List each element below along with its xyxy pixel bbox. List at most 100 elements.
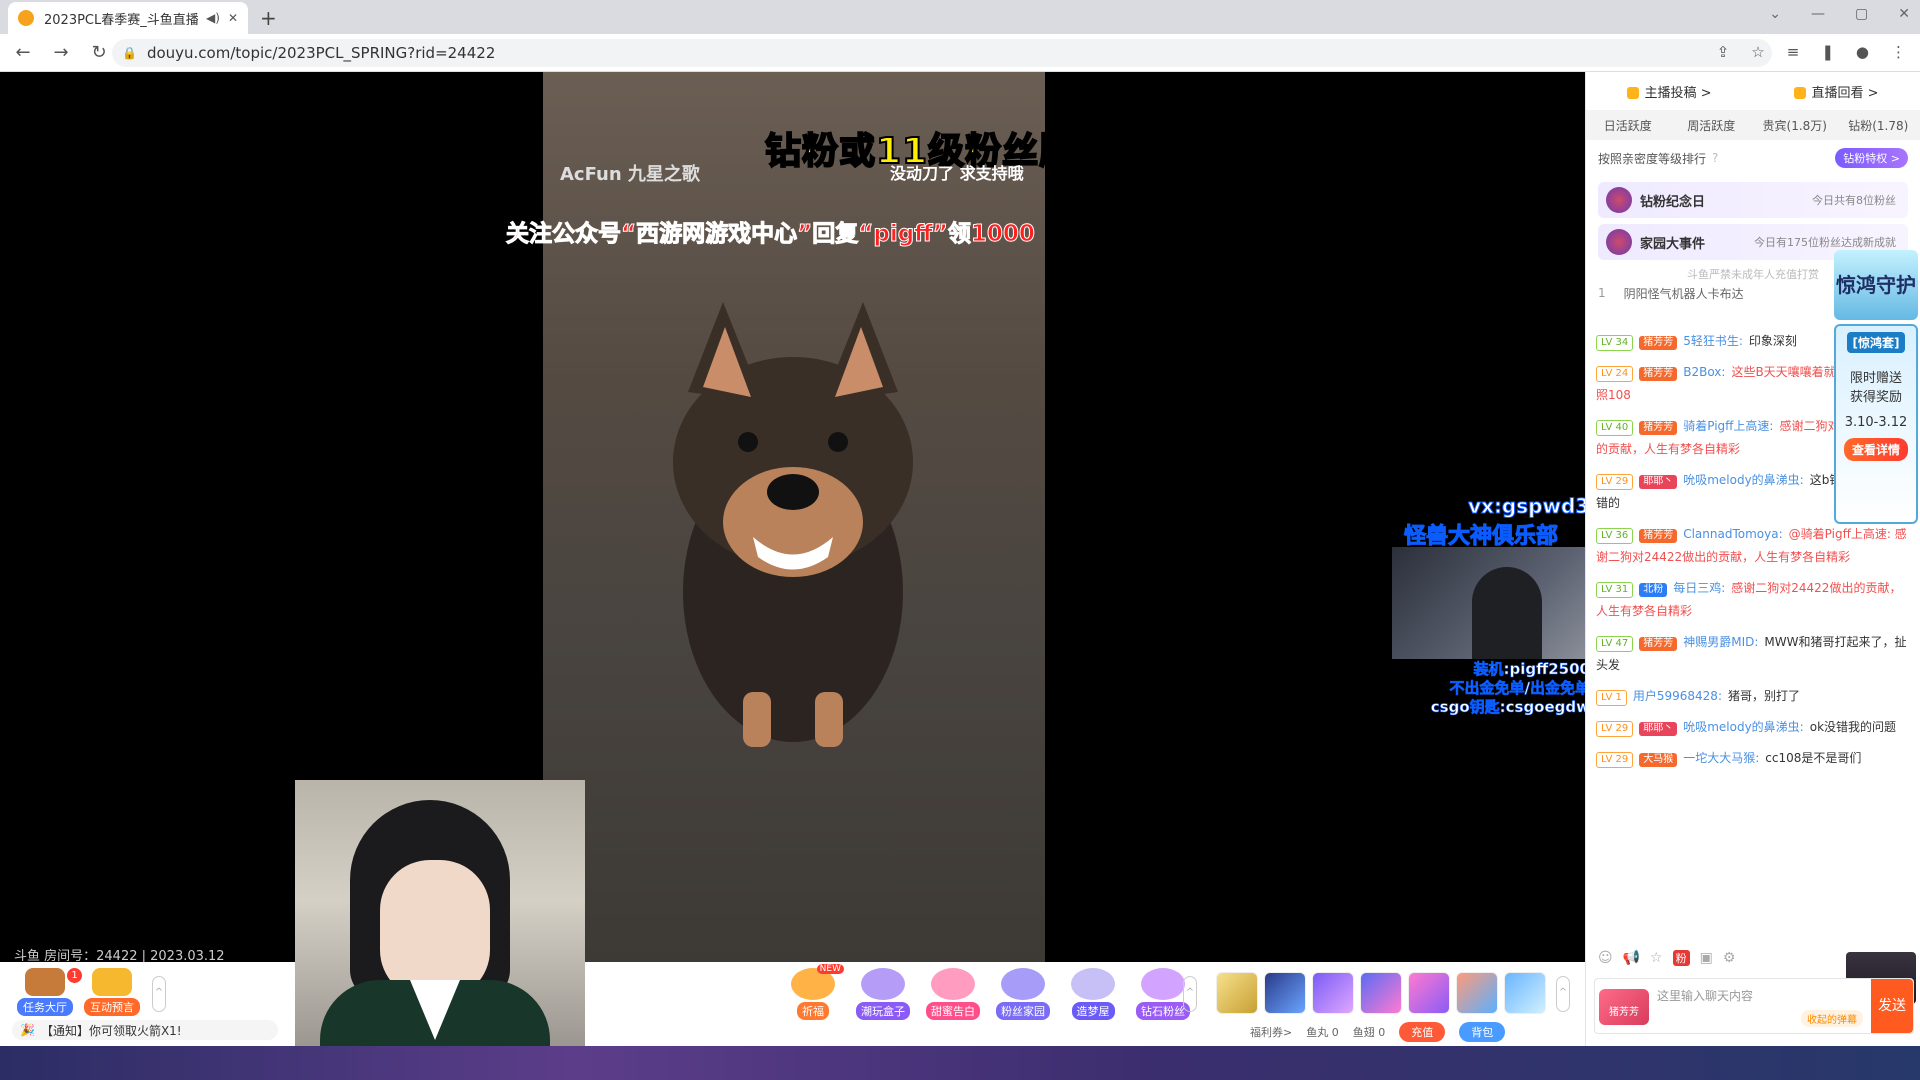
profile-icon[interactable]: ● (1856, 43, 1869, 61)
anchor-upload-label: 主播投稿 > (1644, 85, 1712, 101)
gift-flower-icon[interactable] (1504, 972, 1546, 1014)
expand-arrow-icon[interactable]: ^ (152, 976, 166, 1012)
gift-rocket-icon[interactable] (1216, 972, 1258, 1014)
chat-nickname[interactable]: 吮吸melody的鼻涕虫: (1683, 720, 1804, 734)
tab-weekly[interactable]: 周活跃度 (1670, 117, 1754, 134)
club-name: 怪兽大神俱乐部 (1403, 524, 1559, 550)
task-badge: 1 (67, 968, 82, 983)
chat-message: LV 29 大马猴 一坨大大马猴: cc108是不是哥们 (1596, 747, 1913, 770)
activity-sweet-confess[interactable]: 甜蜜告白 (922, 968, 984, 1020)
close-icon[interactable]: ✕ (228, 11, 238, 25)
chat-input-placeholder[interactable]: 这里输入聊天内容 (1657, 987, 1753, 1004)
window-close-icon[interactable]: ✕ (1898, 6, 1910, 22)
fishball-balance: 鱼丸 0 (1306, 1026, 1339, 1039)
activity-pray[interactable]: 祈福 NEW (782, 964, 844, 1020)
caption-line: csgo钥匙:csgoegdw (1430, 698, 1590, 717)
emoji-icon[interactable]: ☺ (1598, 950, 1613, 966)
wechat-id: vx:gspwd3 (1467, 494, 1590, 519)
settings-icon[interactable]: ⚙ (1723, 950, 1736, 966)
tab-diamond[interactable]: 钻粉(1.78) (1837, 117, 1920, 134)
promo-title: 惊鸿守护 (1834, 250, 1918, 320)
chat-text: 猪哥，别打了 (1727, 689, 1800, 703)
fan-tool-icon[interactable]: 粉 (1672, 950, 1690, 966)
interact-predict-button[interactable]: 互动预言 (82, 968, 142, 1016)
activity-toy-box[interactable]: 潮玩盒子 (852, 968, 914, 1020)
chat-fan-badge[interactable]: 猪芳芳 (1599, 989, 1649, 1025)
chat-nickname[interactable]: 骑着Pigff上高速: (1683, 419, 1773, 433)
maximize-icon[interactable]: ▢ (1855, 6, 1868, 22)
browser-tab[interactable]: 2023PCL春季赛_斗鱼直播 ◀) ✕ (8, 2, 248, 34)
chat-nickname[interactable]: 神赐男爵MID: (1683, 635, 1758, 649)
deer-icon (25, 968, 65, 996)
rank-tabs: 日活跃度 周活跃度 贵宾(1.8万) 钻粉(1.78) (1586, 110, 1920, 140)
chat-nickname[interactable]: 用户59968428: (1633, 689, 1722, 703)
extensions-icon[interactable]: ❚ (1821, 43, 1834, 61)
replay-label: 直播回看 > (1811, 85, 1879, 101)
fan-badge: 耶耶丶 (1639, 722, 1678, 736)
chat-nickname[interactable]: B2Box: (1683, 365, 1725, 379)
expand-arrow-icon[interactable]: ^ (1556, 976, 1570, 1012)
heart-icon (931, 968, 975, 1000)
activity-dream-house[interactable]: 造梦屋 (1062, 968, 1124, 1020)
diamond-privilege-button[interactable]: 钻粉特权 > (1835, 148, 1908, 168)
chat-input-box[interactable]: 猪芳芳 这里输入聊天内容 收起的弹幕 发送 (1594, 978, 1914, 1034)
anchor-upload-link[interactable]: 主播投稿 > (1627, 82, 1712, 101)
chat-nickname[interactable]: 吮吸melody的鼻涕虫: (1683, 473, 1804, 487)
gift-crystal-icon[interactable] (1408, 972, 1450, 1014)
streamer-figure (1472, 567, 1542, 659)
diamond-anniversary-card[interactable]: 钻粉纪念日 今日共有8位粉丝 (1598, 182, 1908, 218)
fan-badge: 猪芳芳 (1639, 637, 1678, 651)
chat-nickname[interactable]: 每日三鸡: (1673, 581, 1725, 595)
level-badge: LV 29 (1596, 474, 1634, 490)
promo-detail-button[interactable]: 查看详情 (1843, 438, 1908, 461)
menu-icon[interactable]: ⋮ (1891, 43, 1906, 61)
chat-nickname[interactable]: 5轻狂书生: (1683, 334, 1743, 348)
caption-line: 装机:pigff2500 (1473, 660, 1590, 679)
replay-icon (1794, 86, 1807, 99)
new-tab-button[interactable]: + (260, 6, 277, 30)
collapse-danmaku-button[interactable]: 收起的弹幕 (1801, 1010, 1863, 1027)
forward-icon[interactable]: → (46, 42, 76, 63)
promo-line: 限时赠送 (1849, 371, 1902, 386)
help-icon[interactable]: ? (1712, 151, 1718, 165)
chat-nickname[interactable]: 一坨大大马猴: (1683, 751, 1759, 765)
tab-daily[interactable]: 日活跃度 (1586, 117, 1670, 134)
recharge-button[interactable]: 充值 (1399, 1022, 1446, 1042)
lock-icon[interactable]: 🔒 (122, 46, 137, 60)
back-icon[interactable]: ← (8, 42, 38, 63)
replay-link[interactable]: 直播回看 > (1794, 82, 1879, 101)
chat-nickname[interactable]: ClannadTomoya: (1683, 527, 1782, 541)
gift-card-icon[interactable] (1456, 972, 1498, 1014)
chevron-down-icon[interactable]: ⌄ (1769, 6, 1781, 22)
promo-panel[interactable]: 惊鸿守护 [惊鸿套] 限时赠送 获得奖励 3.10-3.12 查看详情 (1834, 250, 1918, 592)
activity-fan-home[interactable]: 粉丝家园 (992, 968, 1054, 1020)
backpack-button[interactable]: 背包 (1459, 1022, 1506, 1042)
gift-box-icon[interactable] (1312, 972, 1354, 1014)
minimize-icon[interactable]: — (1811, 6, 1825, 22)
reload-icon[interactable]: ↻ (84, 42, 114, 63)
address-bar[interactable]: 🔒 douyu.com/topic/2023PCL_SPRING?rid=244… (112, 39, 1772, 67)
notice-bar: 🎉 【通知】你可领取火箭X1! (12, 1020, 278, 1040)
text-style-icon[interactable]: ▣ (1700, 950, 1713, 966)
send-button[interactable]: 发送 (1871, 979, 1913, 1033)
video-player[interactable]: AcFun 九星之歌 钻粉或11级粉丝牌进群 没动刀了 求支持哦 关注公众号“西… (0, 72, 1590, 962)
chat-tools: ☺ 📢 ☆ 粉 ▣ ⚙ (1598, 950, 1735, 966)
welfare-coupon-link[interactable]: 福利券> (1250, 1024, 1292, 1040)
megaphone-icon[interactable]: 📢 (1623, 950, 1640, 966)
speaker-icon[interactable]: ◀) (206, 11, 220, 25)
chat-message: LV 1 用户59968428: 猪哥，别打了 (1596, 685, 1913, 708)
tab-vip[interactable]: 贵宾(1.8万) (1753, 117, 1837, 134)
promo-box: [惊鸿套] 限时赠送 获得奖励 3.10-3.12 查看详情 (1834, 324, 1918, 524)
task-hall-button[interactable]: 任务大厅 1 (15, 968, 82, 1016)
gift-wand-icon[interactable] (1264, 972, 1306, 1014)
interact-predict-label: 互动预言 (84, 998, 140, 1016)
sidebar-top-links: 主播投稿 > 直播回看 > (1586, 72, 1920, 110)
star-icon[interactable]: ☆ (1650, 950, 1663, 966)
megaphone-icon: 🎉 (20, 1023, 35, 1037)
overlay-subtitle: 没动刀了 求支持哦 (890, 164, 1024, 183)
share-icon[interactable]: ⇪ (1717, 43, 1730, 61)
gift-jet-icon[interactable] (1360, 972, 1402, 1014)
expand-arrow-icon[interactable]: ^ (1183, 976, 1197, 1012)
bookmark-star-icon[interactable]: ☆ (1751, 43, 1764, 61)
media-controls-icon[interactable]: ≡ (1787, 43, 1800, 61)
